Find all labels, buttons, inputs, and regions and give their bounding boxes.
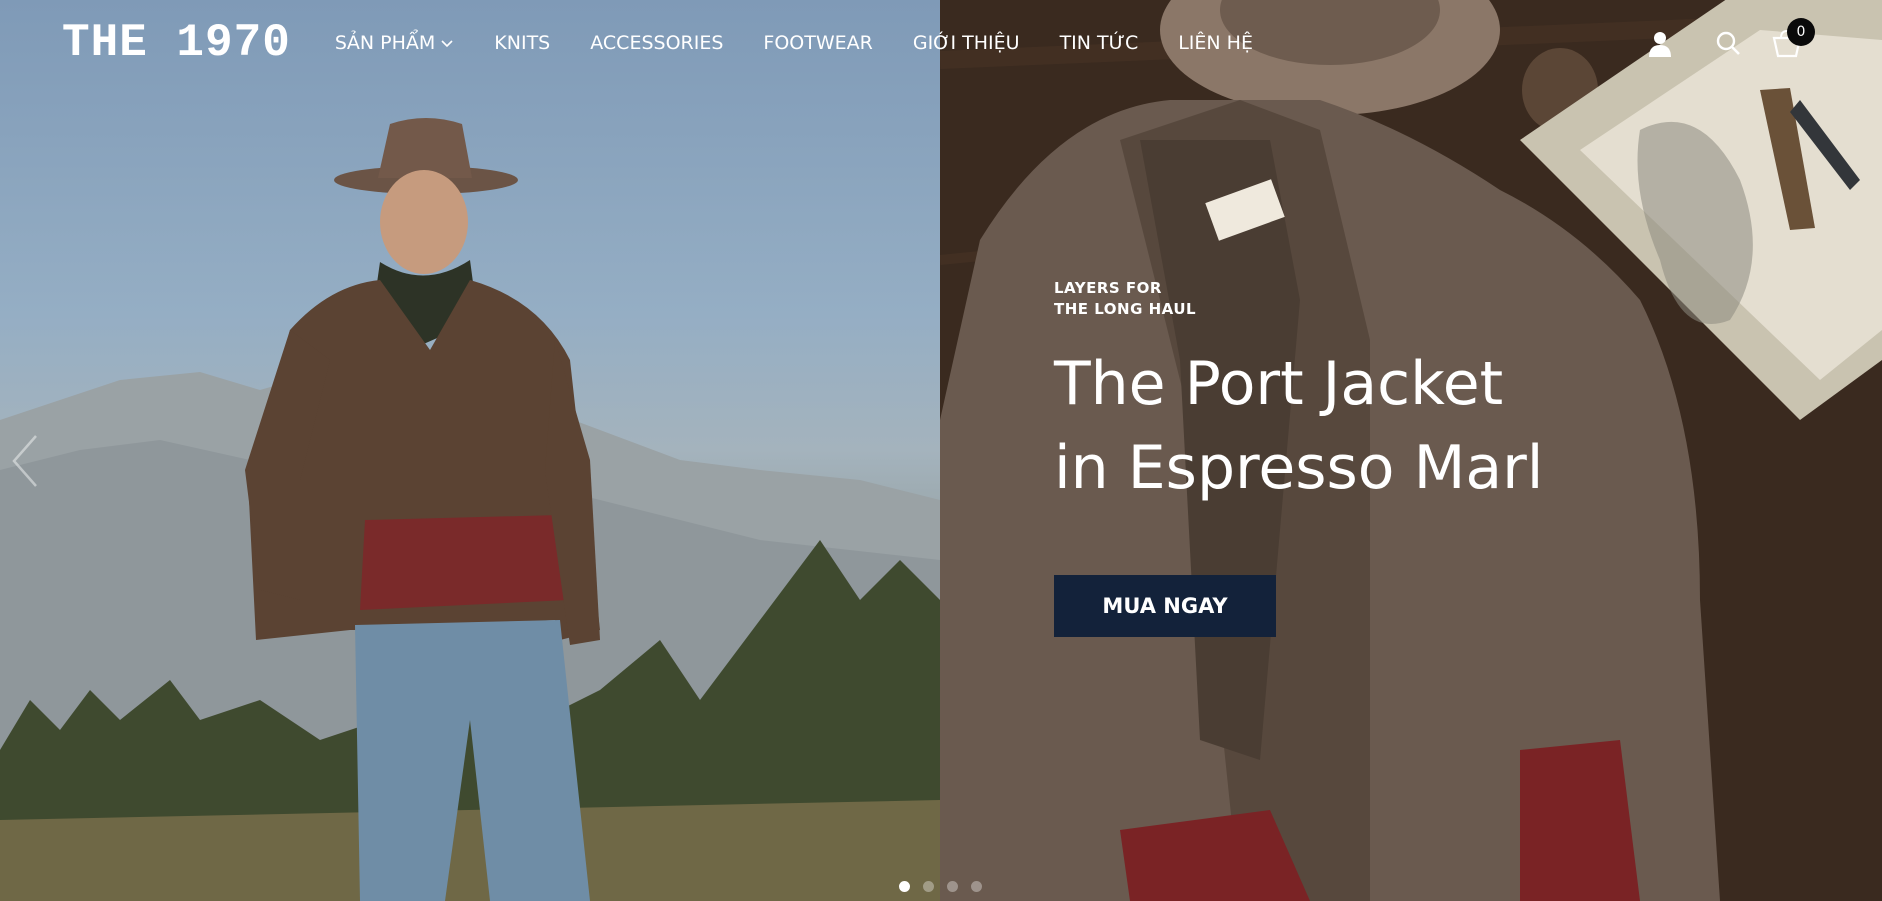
hero-headline-line1: The Port Jacket [1054, 349, 1504, 419]
nav-item-tin-tuc[interactable]: TIN TỨC [1060, 32, 1139, 54]
nav-item-label: FOOTWEAR [763, 32, 873, 54]
hero-eyebrow-line1: LAYERS FOR [1054, 279, 1162, 297]
chevron-down-icon [441, 40, 453, 48]
nav-item-label: SẢN PHẨM [334, 32, 436, 54]
hero-headline: The Port Jacket in Espresso Marl [1054, 342, 1654, 510]
nav-item-label: KNITS [494, 32, 551, 54]
nav-item-lien-he[interactable]: LIÊN HỆ [1178, 32, 1253, 54]
nav-item-label: LIÊN HỆ [1178, 32, 1253, 54]
hero-copy: LAYERS FOR THE LONG HAUL The Port Jacket… [1054, 278, 1654, 637]
chevron-left-icon[interactable] [10, 434, 40, 488]
slider-dot-1[interactable] [899, 881, 910, 892]
hero-headline-line2: in Espresso Marl [1054, 433, 1544, 503]
nav-item-knits[interactable]: KNITS [494, 32, 550, 54]
nav-item-label: ACCESSORIES [590, 32, 724, 54]
search-icon[interactable] [1715, 30, 1741, 56]
slider-dots [899, 881, 995, 892]
nav-item-footwear[interactable]: FOOTWEAR [763, 32, 872, 54]
brand-logo[interactable]: THE 1970 [62, 17, 291, 69]
nav-item-label: TIN TỨC [1059, 32, 1139, 54]
nav-item-gioi-thieu[interactable]: GIỚI THIỆU [913, 32, 1020, 54]
nav-item-label: GIỚI THIỆU [912, 32, 1020, 54]
nav-item-accessories[interactable]: ACCESSORIES [590, 32, 723, 54]
site-header: THE 1970 SẢN PHẨM KNITS ACCESSORIES FOOT… [0, 0, 1882, 86]
user-icon[interactable] [1648, 30, 1672, 58]
slider-dot-2[interactable] [923, 881, 934, 892]
hero-image-left [0, 0, 940, 901]
hero-image-left-illustration [0, 118, 940, 901]
cart-count-badge: 0 [1787, 18, 1815, 46]
nav-item-san-pham[interactable]: SẢN PHẨM [335, 32, 454, 54]
hero-eyebrow: LAYERS FOR THE LONG HAUL [1054, 278, 1654, 320]
hero-eyebrow-line2: THE LONG HAUL [1054, 300, 1197, 318]
slider-dot-3[interactable] [947, 881, 958, 892]
shop-now-button[interactable]: MUA NGAY [1054, 575, 1276, 637]
main-nav: SẢN PHẨM KNITS ACCESSORIES FOOTWEAR GIỚI… [335, 32, 1293, 54]
slider-dot-4[interactable] [971, 881, 982, 892]
